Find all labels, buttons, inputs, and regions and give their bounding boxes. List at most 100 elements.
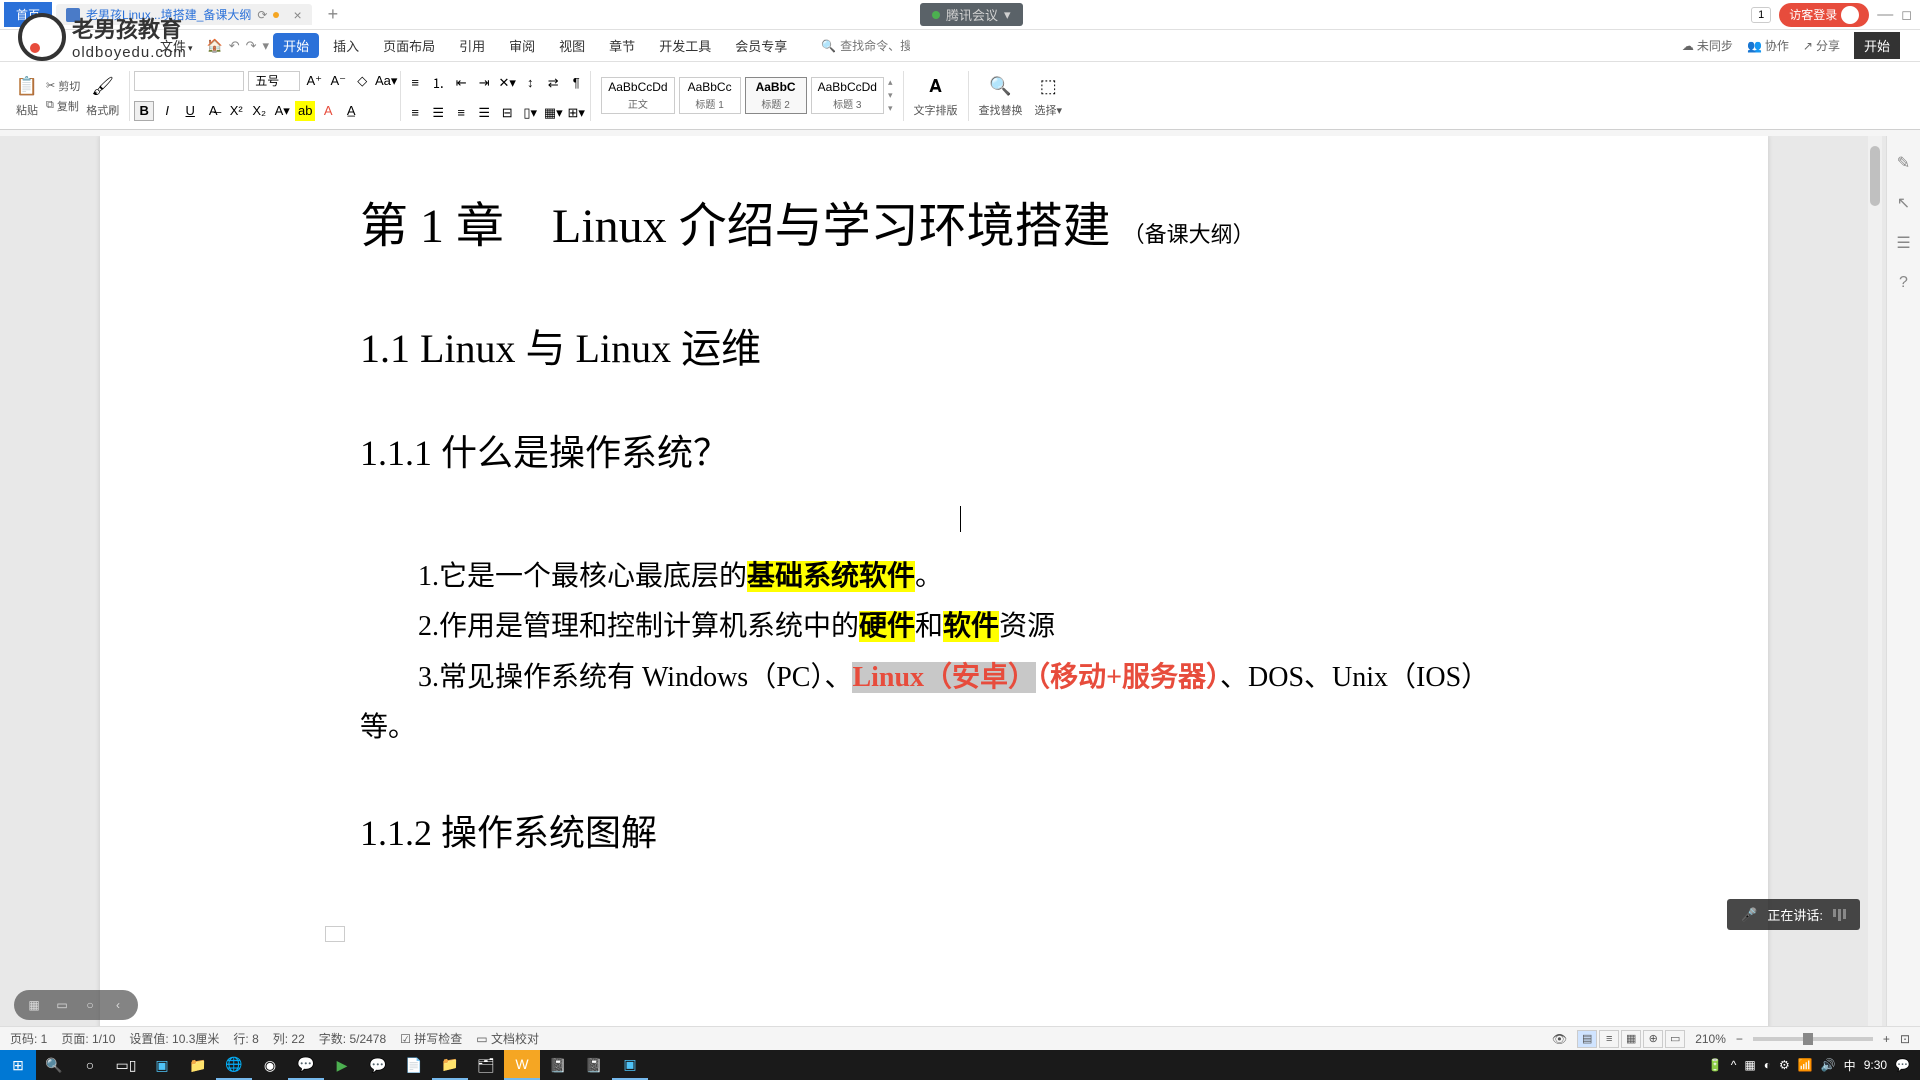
volume-icon[interactable]: 🔊 — [1821, 1058, 1836, 1072]
guest-login-button[interactable]: 访客登录 — [1779, 3, 1869, 27]
increase-font-icon[interactable]: A⁺ — [304, 71, 324, 91]
app-icon-13[interactable]: 📓 — [576, 1050, 612, 1080]
status-col[interactable]: 列: 22 — [273, 1030, 305, 1047]
floating-toolbar[interactable]: ▦ ▭ ○ ‹ — [14, 990, 138, 1020]
close-tab-icon[interactable]: × — [293, 7, 301, 23]
align-right-icon[interactable]: ≡ — [451, 103, 471, 123]
view-read-icon[interactable]: ⊕ — [1643, 1030, 1663, 1048]
status-set-value[interactable]: 设置值: 10.3厘米 — [129, 1030, 219, 1047]
help-icon[interactable]: ? — [1893, 272, 1915, 294]
app-icon-chrome[interactable]: 🌐 — [216, 1050, 252, 1080]
app-icon-6[interactable]: ▶ — [324, 1050, 360, 1080]
app-icon-12[interactable]: 📓 — [540, 1050, 576, 1080]
tab-icon[interactable]: ⇄ — [543, 73, 563, 93]
paste-group[interactable]: 📋 粘贴 — [8, 74, 46, 118]
style-h2[interactable]: AaBbC标题 2 — [745, 77, 807, 114]
indent-right-icon[interactable]: ⇥ — [474, 73, 494, 93]
tray-icon-1[interactable]: ▦ — [1744, 1058, 1755, 1072]
clock[interactable]: 9:30 — [1864, 1058, 1887, 1072]
undo-icon[interactable]: ↶ — [229, 38, 240, 54]
fit-width-icon[interactable]: ⊡ — [1900, 1032, 1910, 1046]
underline-button[interactable]: U — [180, 101, 200, 121]
style-down-icon[interactable]: ▾ — [888, 90, 893, 101]
border-icon[interactable]: ⊞▾ — [566, 103, 586, 123]
collab-button[interactable]: 👥协作 — [1747, 37, 1789, 54]
distributed-icon[interactable]: ⊟ — [497, 103, 517, 123]
redo-icon[interactable]: ↷ — [246, 38, 257, 54]
settings-icon[interactable]: ☰ — [1893, 232, 1915, 254]
view-outline-icon[interactable]: ≡ — [1599, 1030, 1619, 1048]
zoom-in-icon[interactable]: + — [1883, 1032, 1890, 1046]
command-search[interactable]: 🔍 — [821, 39, 910, 53]
text-layout-button[interactable]: 𝐀 文字排版 — [908, 74, 964, 118]
show-marks-icon[interactable]: ¶ — [566, 73, 586, 93]
status-row[interactable]: 行: 8 — [233, 1030, 258, 1047]
clear-format-icon[interactable]: ◇ — [352, 71, 372, 91]
strike-button[interactable]: A̶ — [203, 101, 223, 121]
cortana-icon[interactable]: ○ — [72, 1050, 108, 1080]
font-family-select[interactable] — [134, 71, 244, 91]
maximize-icon[interactable]: ◻ — [1901, 7, 1912, 23]
shading-icon[interactable]: ▦▾ — [543, 103, 563, 123]
font-effect-button[interactable]: A▾ — [272, 101, 292, 121]
app-icon-4[interactable]: ◉ — [252, 1050, 288, 1080]
battery-icon[interactable]: 🔋 — [1708, 1058, 1723, 1072]
proof-toggle[interactable]: ▭ 文档校对 — [476, 1030, 539, 1047]
ribbon-tab-layout[interactable]: 页面布局 — [373, 33, 445, 58]
notification-icon[interactable]: 💬 — [1895, 1058, 1910, 1072]
app-icon-9[interactable]: 📁 — [432, 1050, 468, 1080]
change-case-icon[interactable]: Aa▾ — [376, 71, 396, 91]
sync-status[interactable]: ☁未同步 — [1682, 37, 1733, 54]
italic-button[interactable]: I — [157, 101, 177, 121]
app-icon-14[interactable]: ▣ — [612, 1050, 648, 1080]
highlight-button[interactable]: ab — [295, 101, 315, 121]
ribbon-tab-start[interactable]: 开始 — [273, 33, 319, 58]
meeting-widget[interactable]: 腾讯会议 ▾ — [920, 3, 1023, 26]
ribbon-tab-view[interactable]: 视图 — [549, 33, 595, 58]
chevron-down-icon[interactable]: ▾ — [263, 38, 270, 54]
style-h1[interactable]: AaBbCc标题 1 — [679, 77, 741, 114]
add-tab-button[interactable]: + — [328, 4, 339, 25]
number-list-icon[interactable]: ⒈ — [428, 73, 448, 93]
collapse-icon[interactable]: ‹ — [108, 995, 128, 1015]
cursor-select-icon[interactable]: ↖ — [1893, 192, 1915, 214]
home-icon[interactable]: 🏠 — [207, 38, 223, 54]
tray-chevron-icon[interactable]: ^ — [1731, 1058, 1737, 1072]
status-page-count[interactable]: 页面: 1/10 — [61, 1030, 115, 1047]
cut-button[interactable]: ✂剪切 — [46, 78, 80, 94]
start-menu-icon[interactable]: ⊞ — [0, 1050, 36, 1080]
eye-icon[interactable]: 👁 — [1552, 1032, 1567, 1046]
taskview-icon[interactable]: ▭▯ — [108, 1050, 144, 1080]
sort-icon[interactable]: ✕▾ — [497, 73, 517, 93]
ribbon-tab-review[interactable]: 审阅 — [499, 33, 545, 58]
style-normal[interactable]: AaBbCcDd正文 — [601, 77, 674, 114]
view-web-icon[interactable]: ▦ — [1621, 1030, 1641, 1048]
circle-icon[interactable]: ○ — [80, 995, 100, 1015]
ribbon-nav-icons[interactable]: 🏠 ↶ ↷ ▾ — [207, 38, 270, 54]
font-color-button[interactable]: A — [318, 101, 338, 121]
tray-icon-2[interactable]: ◐ — [1764, 1058, 1771, 1072]
wifi-icon[interactable]: 📶 — [1798, 1058, 1813, 1072]
style-expand-icon[interactable]: ▾ — [888, 103, 893, 114]
share-button[interactable]: ↗分享 — [1803, 37, 1840, 54]
zoom-out-icon[interactable]: − — [1736, 1032, 1743, 1046]
zoom-value[interactable]: 210% — [1695, 1032, 1726, 1046]
book-icon[interactable]: ▭ — [52, 995, 72, 1015]
page[interactable]: 第 1 章 Linux 介绍与学习环境搭建 （备课大纲） 1.1 Linux 与… — [100, 136, 1768, 1036]
app-icon-5[interactable]: 💬 — [288, 1050, 324, 1080]
scrollbar[interactable] — [1868, 136, 1882, 1044]
app-icon-1[interactable]: ▣ — [144, 1050, 180, 1080]
start-button[interactable]: 开始 — [1854, 32, 1900, 59]
app-icon-10[interactable]: 🗂 — [468, 1050, 504, 1080]
align-left-icon[interactable]: ≡ — [405, 103, 425, 123]
ribbon-tab-insert[interactable]: 插入 — [323, 33, 369, 58]
ribbon-tab-dev[interactable]: 开发工具 — [649, 33, 721, 58]
superscript-button[interactable]: X² — [226, 101, 246, 121]
status-words[interactable]: 字数: 5/2478 — [319, 1030, 386, 1047]
app-icon-7[interactable]: 💬 — [360, 1050, 396, 1080]
subscript-button[interactable]: X₂ — [249, 101, 269, 121]
grid-icon[interactable]: ▦ — [24, 995, 44, 1015]
app-icon-2[interactable]: 📁 — [180, 1050, 216, 1080]
app-icon-wps[interactable]: W — [504, 1050, 540, 1080]
style-gallery[interactable]: AaBbCcDd正文 AaBbCc标题 1 AaBbC标题 2 AaBbCcDd… — [595, 77, 898, 114]
